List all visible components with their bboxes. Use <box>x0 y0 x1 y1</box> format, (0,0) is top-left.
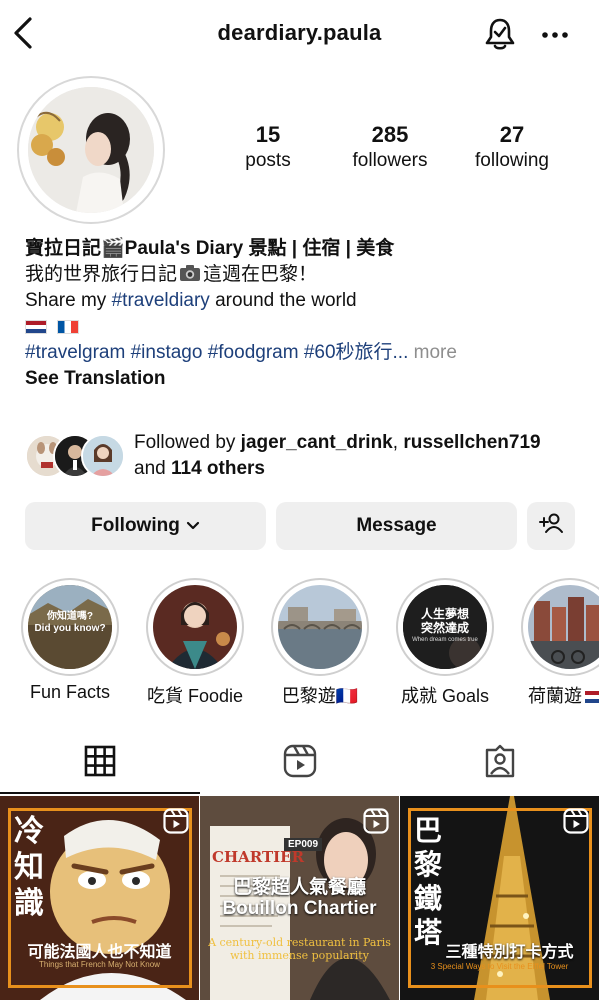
tab-reels[interactable] <box>200 732 400 794</box>
mutual-follower-avatar <box>81 434 125 478</box>
highlight-cover: 人生夢想 突然達成 When dream comes true <box>403 585 487 669</box>
following-button[interactable]: Following <box>25 502 266 550</box>
posts-count[interactable]: 15 posts <box>226 122 310 172</box>
france-flag-icon <box>57 319 79 334</box>
following-number: 27 <box>499 122 525 147</box>
bio-hashtags-line: #travelgram #instago #foodgram #60秒旅行...… <box>25 340 585 366</box>
profile-bio: 寶拉日記🎬Paula's Diary 景點 | 住宿 | 美食 我的世界旅行日記… <box>25 236 585 392</box>
reels-icon <box>283 744 317 783</box>
highlight-cover-text: 你知道嗎? Did you know? <box>34 611 106 634</box>
mutual-followers-avatars[interactable] <box>25 434 125 480</box>
highlight-paris[interactable]: 巴黎遊🇫🇷 <box>271 578 369 708</box>
more-options-icon[interactable] <box>540 20 570 50</box>
highlight-label: 吃貨 Foodie <box>146 686 244 706</box>
followed-by-text[interactable]: Followed by jager_cant_drink, russellche… <box>134 430 584 482</box>
bio-flags <box>25 314 585 340</box>
highlight-goals[interactable]: 人生夢想 突然達成 When dream comes true 成就 Goals <box>396 578 494 708</box>
grid-post[interactable]: 巴 黎 鐵 塔 三種特別打卡方式 3 Special Ways to Visit… <box>400 796 599 1000</box>
highlight-cover-ring <box>146 578 244 676</box>
reel-icon <box>363 808 389 834</box>
more-link[interactable]: more <box>414 342 457 363</box>
tab-tagged[interactable] <box>400 732 599 794</box>
highlight-cover: 你知道嗎? Did you know? <box>28 585 112 669</box>
tagged-icon <box>483 744 517 783</box>
profile-tabs <box>0 732 599 794</box>
profile-photo <box>28 87 154 213</box>
post-sign: CHARTIER <box>212 848 305 866</box>
grid-post[interactable]: EP009 CHARTIER 巴黎超人氣餐廳 Bouillon Chartier… <box>200 796 399 1000</box>
posts-number: 15 <box>255 122 281 147</box>
see-translation-link[interactable]: See Translation <box>25 366 585 392</box>
highlight-cover-ring <box>271 578 369 676</box>
post-title: 巴黎超人氣餐廳 <box>232 876 366 898</box>
followers-label: followers <box>352 150 428 171</box>
highlight-label: 成就 Goals <box>400 686 490 706</box>
mutual-user-2[interactable]: russellchen719 <box>403 432 540 453</box>
following-button-label: Following <box>91 515 180 536</box>
message-button-label: Message <box>356 515 437 536</box>
following-count[interactable]: 27 following <box>462 122 562 172</box>
highlight-label-text: 荷蘭遊 <box>528 686 582 706</box>
grid-post[interactable]: 冷 知 識 可能法國人也不知道 Things that French May N… <box>0 796 199 1000</box>
hashtag-traveldiary[interactable]: #traveldiary <box>112 290 210 311</box>
message-button[interactable]: Message <box>276 502 517 550</box>
highlight-cover <box>153 585 237 669</box>
post-caption: 可能法國人也不知道 <box>27 942 172 961</box>
followed-by-prefix: Followed by <box>134 432 241 453</box>
top-bar: deardiary.paula <box>0 0 599 66</box>
add-person-icon <box>538 512 564 540</box>
bio-line-2-text-a: Share my <box>25 290 112 311</box>
netherlands-flag-icon <box>25 319 47 334</box>
followed-by-and: and <box>134 458 171 479</box>
highlight-cover-text: 人生夢想 突然達成 <box>420 607 469 635</box>
post-subcaption: 3 Special Ways to Visit the Eiffel Tower <box>430 962 569 971</box>
reel-icon <box>563 808 589 834</box>
highlight-cover-ring <box>521 578 599 676</box>
bio-line-1-text-b: 這週在巴黎！ <box>203 264 318 285</box>
suggest-people-button[interactable] <box>527 502 575 550</box>
bio-line-1: 我的世界旅行日記 這週在巴黎！ <box>25 262 585 288</box>
post-caption: A century-old restaurant in Paris with i… <box>208 936 391 962</box>
bio-line-2-text-b: around the world <box>209 290 357 311</box>
highlight-label: Fun Facts <box>29 682 111 702</box>
bio-line-1-text-a: 我的世界旅行日記 <box>25 264 178 285</box>
camera-icon <box>179 263 201 283</box>
highlight-cover <box>278 585 362 669</box>
post-caption: 三種特別打卡方式 <box>445 942 574 961</box>
highlight-cover-ring: 人生夢想 突然達成 When dream comes true <box>396 578 494 676</box>
highlight-label: 巴黎遊🇫🇷 <box>281 686 359 706</box>
followed-by-separator: , <box>392 432 404 453</box>
tab-grid[interactable] <box>0 732 200 794</box>
chevron-down-icon <box>186 515 200 537</box>
post-subcaption: Things that French May Not Know <box>39 960 160 969</box>
post-title: 巴 黎 鐵 塔 <box>414 814 443 949</box>
post-title: 冷 知 識 <box>14 814 44 921</box>
followers-number: 285 <box>371 122 409 147</box>
active-tab-indicator <box>0 792 200 794</box>
bio-hashtags[interactable]: #travelgram #instago #foodgram #60秒旅行... <box>25 342 408 363</box>
display-name: 寶拉日記🎬Paula's Diary 景點 | 住宿 | 美食 <box>25 238 395 259</box>
post-subtitle: Bouillon Chartier <box>222 898 377 919</box>
highlight-cover <box>528 585 599 669</box>
notification-bell-icon[interactable] <box>482 16 518 52</box>
highlight-label: 荷蘭遊 <box>521 682 599 708</box>
mutual-user-1[interactable]: jager_cant_drink <box>241 432 393 453</box>
highlight-cover-subtext: When dream comes true <box>412 637 478 643</box>
followers-count[interactable]: 285 followers <box>340 122 440 172</box>
highlight-cover-ring: 你知道嗎? Did you know? <box>21 578 119 676</box>
netherlands-flag-icon <box>585 691 599 704</box>
reel-icon <box>163 808 189 834</box>
highlight-netherlands[interactable]: 荷蘭遊 <box>521 578 599 708</box>
profile-avatar[interactable] <box>17 76 165 224</box>
highlight-foodie[interactable]: 吃貨 Foodie <box>146 578 244 708</box>
bio-line-2: Share my #traveldiary around the world <box>25 288 585 314</box>
mutual-others-count[interactable]: 114 others <box>171 458 265 479</box>
posts-grid: 冷 知 識 可能法國人也不知道 Things that French May N… <box>0 796 599 1000</box>
highlight-fun-facts[interactable]: 你知道嗎? Did you know? Fun Facts <box>21 578 119 703</box>
grid-icon <box>84 745 116 782</box>
following-label: following <box>475 150 549 171</box>
posts-label: posts <box>245 150 291 171</box>
